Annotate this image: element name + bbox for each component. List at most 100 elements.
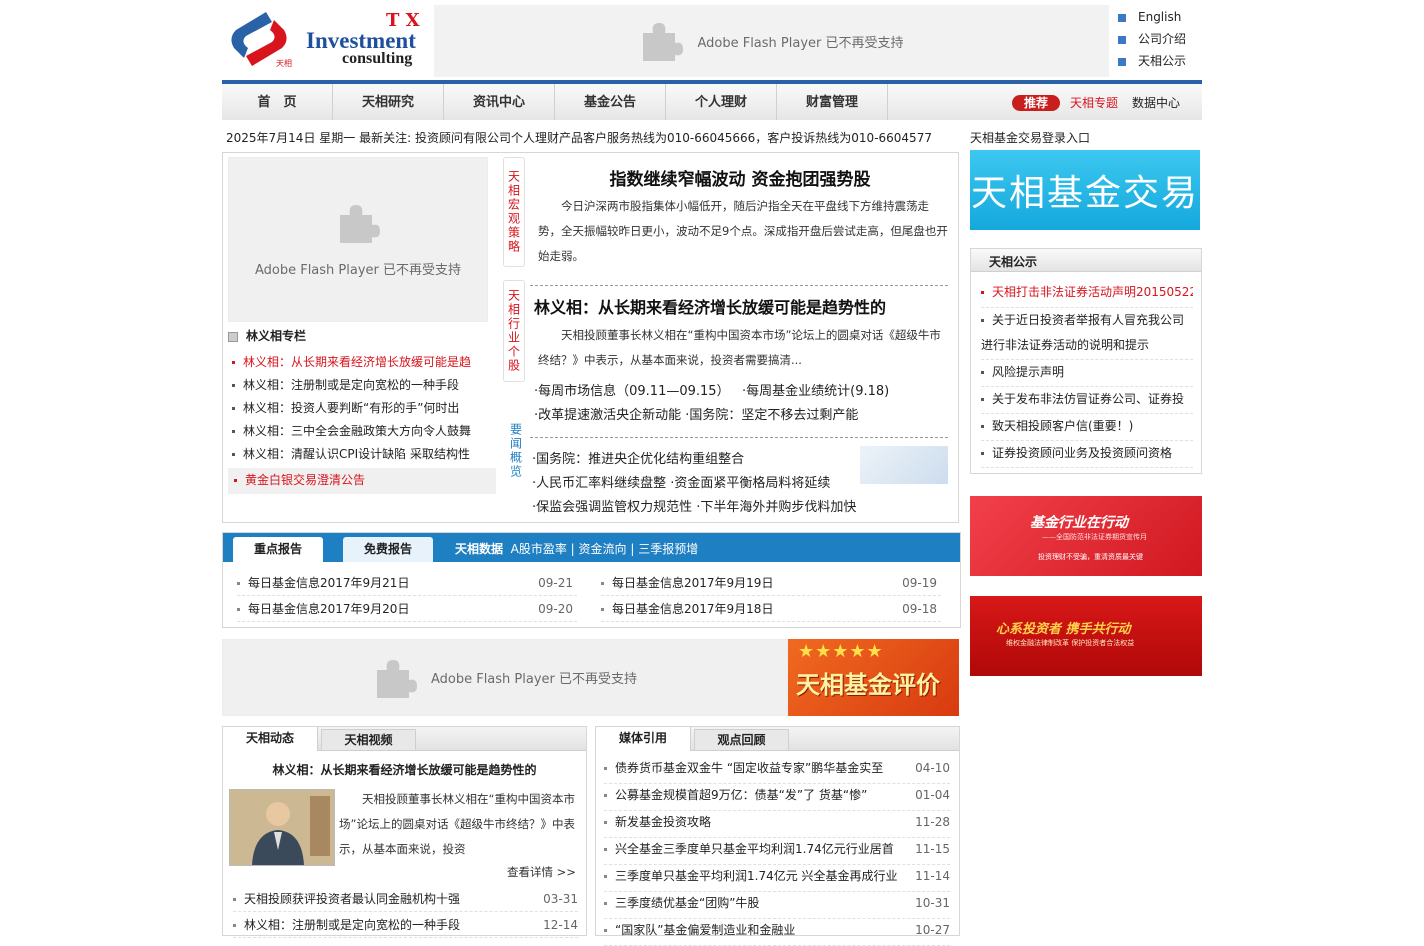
news-link[interactable]: ·国务院：推进央企优化结构重组整合 xyxy=(532,452,744,467)
media-row[interactable]: 三季度单只基金平均利润1.74亿元 兴全基金再成行业 11-14 xyxy=(604,865,950,892)
reports-panel: 重点报告 免费报告 天相数据 A股市盈率 | 资金流向 | 三季报预增 每日基金… xyxy=(222,532,961,628)
media-row[interactable]: 兴全基金三季度单只基金平均利润1.74亿元行业居首 11-15 xyxy=(604,838,950,865)
news-link[interactable]: ·资金面紧平衡格局料将延续 xyxy=(670,476,830,491)
dynamic-panel: 天相动态 天相视频 林义相：从长期来看经济增长放缓可能是趋势性的 天相投顾董事长… xyxy=(222,726,587,938)
notice-item[interactable]: 关于近日投资者举报有人冒充我公司进行非法证券活动的说明和提示 xyxy=(981,308,1193,360)
dynamic-photo[interactable] xyxy=(229,789,335,866)
logo-line2: consulting xyxy=(342,50,413,67)
gold-notice[interactable]: 黄金白银交易澄清公告 xyxy=(228,468,496,494)
report-row[interactable]: 每日基金信息2017年9月20日 09-20 xyxy=(237,599,577,622)
news-link[interactable]: ·人民币汇率料继续盘整 xyxy=(532,476,666,491)
list-item[interactable]: 林义相：注册制或是定向宽松的一种手段 xyxy=(232,375,496,398)
media-row[interactable]: 公募基金规模首超9万亿：债基“发”了 货基“惨” 01-04 xyxy=(604,784,950,811)
nav-finance[interactable]: 个人理财 xyxy=(666,84,777,120)
bullet-icon xyxy=(981,398,984,401)
dynamic-title[interactable]: 林义相：从长期来看经济增长放缓可能是趋势性的 xyxy=(223,761,586,778)
media-row[interactable]: 新发基金投资攻略 11-28 xyxy=(604,811,950,838)
link-english[interactable]: English xyxy=(1118,8,1218,30)
list-item[interactable]: 林义相：清醒认识CPI设计缺陷 采取结构性 xyxy=(232,444,496,467)
person-photo-icon xyxy=(230,790,334,865)
fund-trade-banner[interactable]: 天相基金交易 xyxy=(970,150,1200,230)
nav-news[interactable]: 资讯中心 xyxy=(444,84,555,120)
media-row[interactable]: 三季度绩优基金“团购”牛股 10-31 xyxy=(604,892,950,919)
bullet-icon xyxy=(233,924,236,927)
list-item[interactable]: 林义相：从长期来看经济增长放缓可能是趋 xyxy=(232,352,496,375)
center-headline-2[interactable]: 林义相：从长期来看经济增长放缓可能是趋势性的 xyxy=(534,294,954,318)
notice-item[interactable]: 致天相投顾客户信(重要！) xyxy=(981,414,1193,441)
nav-research[interactable]: 天相研究 xyxy=(333,84,444,120)
logo-mark-text: 天相 xyxy=(276,59,292,68)
dynamic-row[interactable]: 天相投顾获评投资者最认同金融机构十强 03-31 xyxy=(233,889,578,912)
notice-item[interactable]: 证券投资顾问业务及投资顾问资格 xyxy=(981,441,1193,468)
column-title-text: 林义相专栏 xyxy=(246,329,307,343)
notice-text: 黄金白银交易澄清公告 xyxy=(245,473,366,487)
dynamic-row[interactable]: 林义相：注册制或是定向宽松的一种手段 12-14 xyxy=(233,915,578,938)
bullet-icon xyxy=(604,794,607,797)
more-link[interactable]: 查看详情 >> xyxy=(507,864,576,880)
link-about[interactable]: 公司介绍 xyxy=(1118,30,1218,52)
banner1-title: 基金行业在行动 xyxy=(1030,515,1128,531)
recommend-badge: 推荐 xyxy=(1012,95,1060,111)
fund-rating-banner[interactable]: ★★★★★ 天相基金评价 xyxy=(788,639,959,716)
list-item[interactable]: 林义相：三中全会金融政策大方向令人鼓舞 xyxy=(232,421,496,444)
tab-review[interactable]: 观点回顾 xyxy=(694,729,789,750)
news-row: ·国务院：推进央企优化结构重组整合 xyxy=(532,449,952,473)
bullet-icon xyxy=(604,848,607,851)
center-link[interactable]: ·每周基金业绩统计(9.18) xyxy=(742,384,889,399)
nav-special[interactable]: 天相专题 xyxy=(1070,94,1118,111)
tab-media[interactable]: 媒体引用 xyxy=(596,727,691,751)
tab-dynamic[interactable]: 天相动态 xyxy=(223,727,318,751)
bullet-icon xyxy=(232,384,235,387)
report-row[interactable]: 每日基金信息2017年9月19日 09-19 xyxy=(601,573,941,596)
puzzle-icon xyxy=(643,23,684,61)
notice-item[interactable]: 风险提示声明 xyxy=(981,360,1193,387)
center-link[interactable]: ·国务院：坚定不移去过剩产能 xyxy=(685,408,858,423)
investor-protect-banner[interactable]: 心系投资者 携手共行动 维权金融法律制改革 保护投资者合法权益 xyxy=(970,596,1202,676)
flash-text: Adobe Flash Player 已不再受支持 xyxy=(697,35,904,51)
center-link[interactable]: ·改革提速激活央企新动能 xyxy=(534,408,681,423)
report-row[interactable]: 每日基金信息2017年9月21日 09-21 xyxy=(237,573,577,596)
bullet-icon xyxy=(1118,57,1126,66)
vtab-news-overview[interactable]: 要闻概览 xyxy=(507,416,525,486)
notice-item[interactable]: 关于发布非法仿冒证券公司、证券投 xyxy=(981,387,1193,414)
center-link[interactable]: ·每周市场信息（09.11—09.15） xyxy=(534,384,730,399)
trade-banner-text: 天相基金交易 xyxy=(970,173,1199,214)
bullet-icon xyxy=(604,902,607,905)
nav-data-center[interactable]: 数据中心 xyxy=(1132,94,1180,111)
bullet-icon xyxy=(604,767,607,770)
news-link[interactable]: ·下半年海外并购步伐料加快 xyxy=(696,500,856,515)
center-summary-1: 今日沪深两市股指集体小幅低开，随后沪指全天在平盘线下方维持震荡走势，全天振幅较昨… xyxy=(538,199,948,263)
column-list: 林义相：从长期来看经济增长放缓可能是趋 林义相：注册制或是定向宽松的一种手段 林… xyxy=(232,352,496,467)
bullet-icon xyxy=(601,608,604,611)
news-link[interactable]: ·保监会强调监管权力规范性 xyxy=(532,500,692,515)
link-label: 公司介绍 xyxy=(1138,32,1187,46)
bullet-icon xyxy=(237,608,240,611)
vtab-macro[interactable]: 天相宏观策略 xyxy=(503,157,525,267)
report-row[interactable]: 每日基金信息2017年9月18日 09-18 xyxy=(601,599,941,622)
nav-fund-notice[interactable]: 基金公告 xyxy=(555,84,666,120)
center-news-list: ·国务院：推进央企优化结构重组整合 ·人民币汇率料继续盘整 ·资金面紧平衡格局料… xyxy=(532,449,952,521)
tab-key-reports[interactable]: 重点报告 xyxy=(233,537,323,562)
media-row[interactable]: 债券货币基金双金牛 “固定收益专家”鹏华基金实至 04-10 xyxy=(604,757,950,784)
divider xyxy=(530,437,948,438)
logo[interactable]: 天相 T X Investment consulting xyxy=(226,8,426,72)
bullet-icon xyxy=(232,361,235,364)
tab-video[interactable]: 天相视频 xyxy=(321,729,416,750)
ticker-text[interactable]: 投资顾问有限公司个人理财产品客户服务热线为010-66045666，客户投诉热线… xyxy=(415,131,932,145)
data-links[interactable]: A股市盈率 | 资金流向 | 三季报预增 xyxy=(511,542,699,556)
nav-wealth[interactable]: 财富管理 xyxy=(777,84,888,120)
notice-item[interactable]: 天相打击非法证券活动声明20150522 xyxy=(981,281,1193,308)
nav-home[interactable]: 首 页 xyxy=(222,84,333,120)
puzzle-icon xyxy=(340,205,380,243)
link-notice[interactable]: 天相公示 xyxy=(1118,52,1218,74)
center-headline-1[interactable]: 指数继续窄幅波动 资金抱团强势股 xyxy=(530,165,950,190)
fund-action-banner[interactable]: 基金行业在行动 ——全国防范非法证券期货宣传月 投资理财不受骗，重清资质最关键 xyxy=(970,496,1202,576)
bullet-icon xyxy=(1118,13,1126,22)
ticker: 2025年7月14日 星期一 最新关注: 投资顾问有限公司个人理财产品客户服务热… xyxy=(226,129,956,145)
notice-list: 天相打击非法证券活动声明20150522 关于近日投资者举报有人冒充我公司进行非… xyxy=(981,281,1193,468)
tab-free-reports[interactable]: 免费报告 xyxy=(343,537,433,562)
vtab-industry[interactable]: 天相行业个股 xyxy=(503,280,525,382)
list-item[interactable]: 林义相：投资人要判断“有形的手”何时出 xyxy=(232,398,496,421)
center-links-row-1: ·每周市场信息（09.11—09.15） ·每周基金业绩统计(9.18) xyxy=(534,382,950,402)
bullet-icon xyxy=(604,875,607,878)
